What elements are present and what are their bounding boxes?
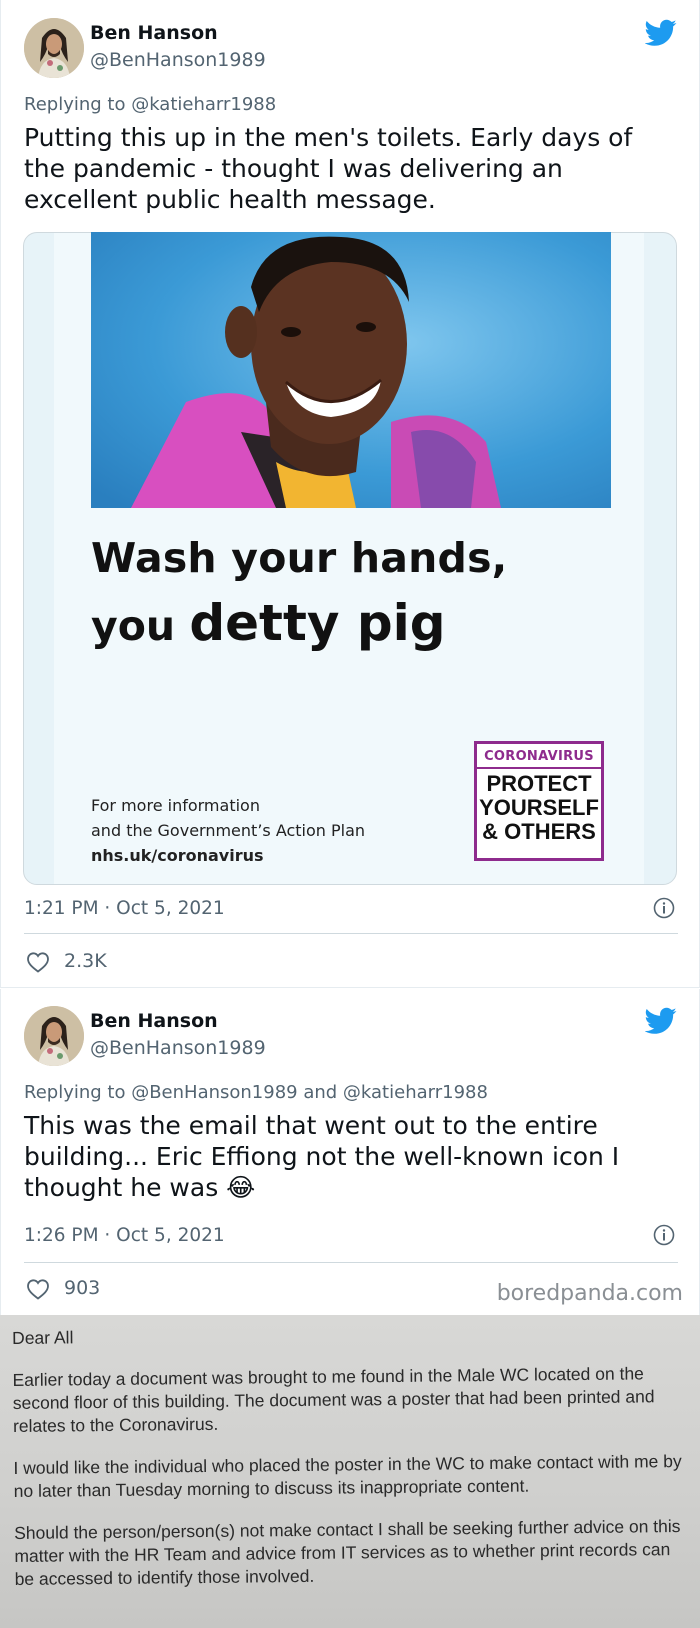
badge-line: YOURSELF bbox=[479, 795, 599, 820]
tweet-text-line: Putting this up in the men's toilets. Ea… bbox=[24, 123, 633, 152]
author-handle[interactable]: @BenHanson1989 bbox=[90, 1037, 266, 1059]
tweet-text: This was the email that went out to the … bbox=[24, 1110, 674, 1203]
info-icon[interactable] bbox=[653, 1224, 675, 1246]
email-text: Dear All Earlier today a document was br… bbox=[12, 1320, 695, 1610]
poster-headline-2: you detty pig bbox=[91, 594, 446, 652]
badge-line: & OTHERS bbox=[482, 819, 596, 844]
poster-photo bbox=[91, 232, 611, 508]
poster-info-line: and the Government’s Action Plan bbox=[91, 821, 366, 840]
replying-to[interactable]: Replying to @katieharr1988 bbox=[24, 94, 276, 115]
tweet-text-line: excellent public health message. bbox=[24, 185, 436, 214]
badge-title: CORONAVIRUS bbox=[477, 744, 601, 769]
author-handle[interactable]: @BenHanson1989 bbox=[90, 49, 266, 71]
coronavirus-badge: CORONAVIRUS PROTECT YOURSELF & OTHERS bbox=[474, 741, 604, 861]
divider bbox=[24, 1262, 678, 1263]
avatar[interactable] bbox=[24, 1006, 84, 1066]
poster-headline: Wash your hands, bbox=[91, 534, 508, 582]
heart-icon[interactable] bbox=[26, 1278, 50, 1300]
info-icon[interactable] bbox=[653, 897, 675, 919]
twitter-bird-icon bbox=[645, 19, 677, 46]
poster-headline-emphasis: detty pig bbox=[189, 594, 446, 652]
email-paragraph: I would like the individual who placed t… bbox=[13, 1450, 682, 1501]
poster-info: For more information and the Government’… bbox=[91, 793, 365, 868]
author-name[interactable]: Ben Hanson bbox=[90, 22, 218, 44]
email-paragraph: Should the person/person(s) not make con… bbox=[14, 1516, 681, 1589]
like-count[interactable]: 2.3K bbox=[64, 950, 107, 972]
email-paragraph: Earlier today a document was brought to … bbox=[12, 1363, 655, 1436]
tweet-text-line: This was the email that went out to the … bbox=[24, 1111, 598, 1140]
badge-text: PROTECT YOURSELF & OTHERS bbox=[477, 769, 601, 844]
heart-icon[interactable] bbox=[26, 951, 50, 973]
watermark: boredpanda.com bbox=[496, 1281, 683, 1306]
email-photo: Dear All Earlier today a document was br… bbox=[0, 1315, 700, 1628]
poster-headline-part: you bbox=[91, 602, 190, 650]
poster-info-line: For more information bbox=[91, 796, 260, 815]
tweet-text: Putting this up in the men's toilets. Ea… bbox=[24, 122, 674, 215]
like-count[interactable]: 903 bbox=[64, 1277, 100, 1299]
replying-to[interactable]: Replying to @BenHanson1989 and @katiehar… bbox=[24, 1082, 488, 1103]
email-greeting: Dear All bbox=[12, 1327, 74, 1348]
badge-line: PROTECT bbox=[486, 771, 592, 796]
divider bbox=[24, 933, 678, 934]
tweet-2: Ben Hanson @BenHanson1989 Replying to @B… bbox=[0, 989, 700, 1315]
timestamp[interactable]: 1:26 PM · Oct 5, 2021 bbox=[24, 1225, 225, 1246]
avatar[interactable] bbox=[24, 18, 84, 78]
author-name[interactable]: Ben Hanson bbox=[90, 1010, 218, 1032]
tweet-text-line: the pandemic - thought I was delivering … bbox=[24, 154, 563, 183]
twitter-bird-icon bbox=[645, 1007, 677, 1034]
timestamp[interactable]: 1:21 PM · Oct 5, 2021 bbox=[24, 898, 225, 919]
tweet-text-line: building... Eric Effiong not the well-kn… bbox=[24, 1142, 620, 1171]
poster-url: nhs.uk/coronavirus bbox=[91, 846, 264, 865]
tweet-text-line: thought he was 😂 bbox=[24, 1173, 256, 1202]
